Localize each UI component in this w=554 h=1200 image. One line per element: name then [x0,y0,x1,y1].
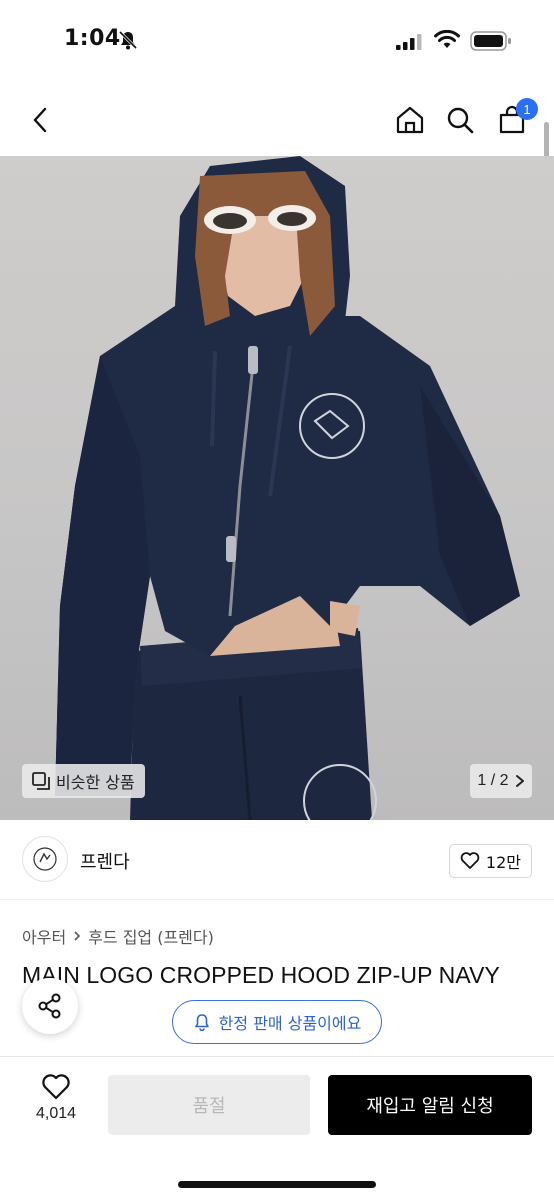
similar-products-button[interactable]: 비슷한 상품 [22,764,145,798]
share-button[interactable] [22,978,78,1034]
product-photo [55,156,520,820]
search-button[interactable] [440,100,480,140]
home-indicator[interactable] [178,1181,376,1188]
limited-sale-banner: 한정 판매 상품이에요 [172,1000,382,1044]
brand-row: 프렌다 12만 [0,820,554,900]
similar-products-label: 비슷한 상품 [56,773,135,792]
home-icon [396,106,424,134]
brand-like-button[interactable]: 12만 [448,844,532,878]
wifi-icon [434,30,460,48]
home-button[interactable] [390,100,430,140]
breadcrumb-subcategory[interactable]: 후드 집업 (프렌다) [88,924,214,948]
copy-square-icon [32,772,50,790]
nav-bar: 1 [0,84,554,156]
back-button[interactable] [20,100,60,140]
breadcrumb-category[interactable]: 아우터 [22,924,66,948]
heart-outline-icon [42,1074,70,1100]
sold-out-label: 품절 [192,1096,226,1117]
search-icon [447,107,474,134]
bell-icon [194,1014,209,1031]
limited-sale-label: 한정 판매 상품이에요 [218,1014,362,1033]
category-breadcrumb: 아우터 후드 집업 (프렌다) [22,924,214,948]
image-page-indicator[interactable]: 1 / 2 [470,764,532,798]
heart-outline-icon [460,852,480,869]
wishlist-button[interactable]: 4,014 [22,1073,90,1143]
chevron-left-icon [33,107,47,133]
product-image-carousel[interactable]: 비슷한 상품 1 / 2 [0,156,554,820]
bottom-action-bar: 4,014 품절 재입고 알림 신청 [0,1056,554,1200]
sold-out-button: 품절 [108,1075,310,1135]
wishlist-count: 4,014 [35,1105,77,1122]
share-icon [38,993,61,1019]
restock-alert-label: 재입고 알림 신청 [366,1096,494,1117]
brand-emblem-icon [33,847,57,871]
cart-count-badge: 1 [516,98,538,120]
product-title: MAIN LOGO CROPPED HOOD ZIP-UP NAVY [22,962,500,988]
status-bar: 1:04 [0,0,554,84]
status-time: 1:04 [64,26,121,51]
restock-alert-button[interactable]: 재입고 알림 신청 [328,1075,532,1135]
brand-name[interactable]: 프렌다 [80,848,130,874]
chevron-right-icon [74,931,81,941]
brand-logo[interactable] [22,836,68,882]
bell-off-icon [118,30,138,50]
battery-icon [470,31,511,51]
cart-button[interactable]: 1 [492,98,538,140]
cellular-signal-icon [396,34,422,50]
chevron-right-icon [515,775,524,787]
brand-like-count: 12만 [485,853,521,872]
page-indicator-text: 1 / 2 [477,772,509,789]
